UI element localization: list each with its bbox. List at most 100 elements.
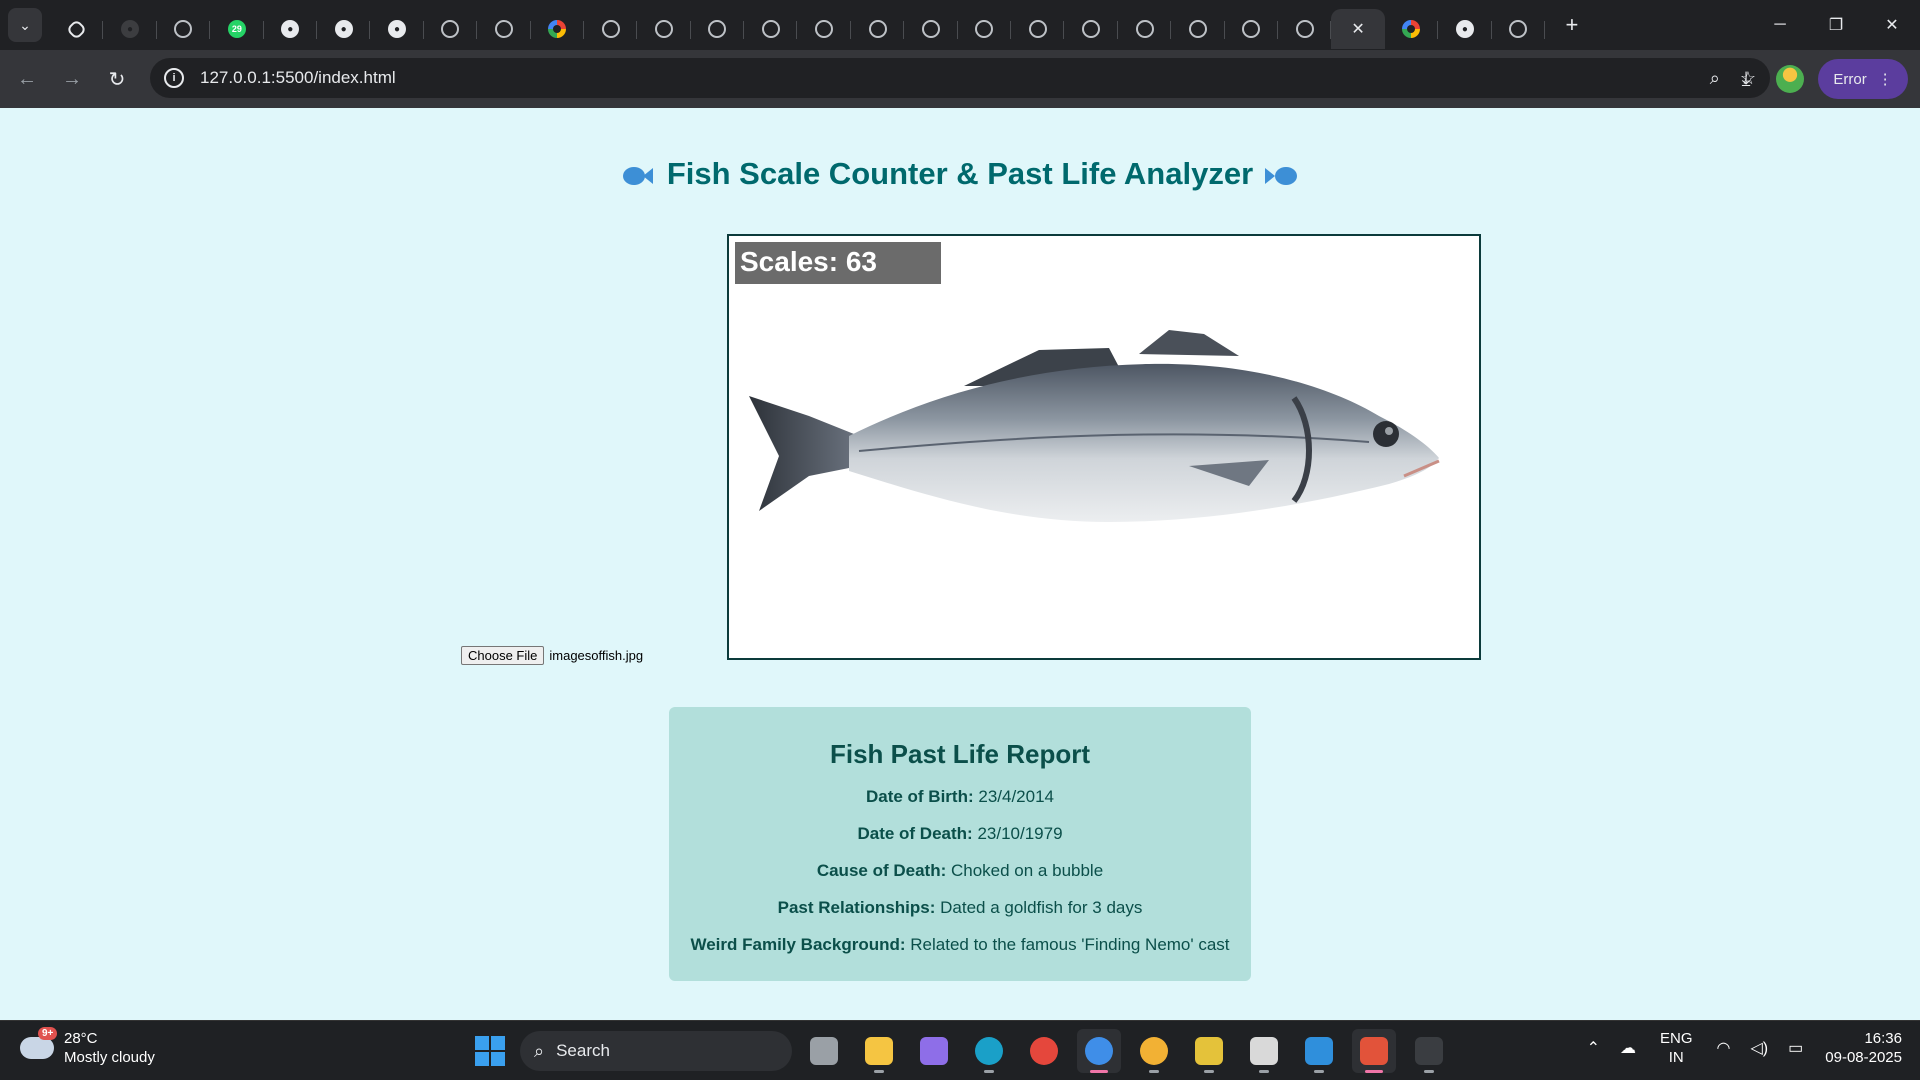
browser-tab[interactable] bbox=[1011, 9, 1065, 49]
browser-tab[interactable] bbox=[1492, 9, 1546, 49]
close-icon[interactable]: ✕ bbox=[1351, 19, 1364, 39]
browser-tab-strip: ⌄ ● 29 ● ● ● ✕ ● + ─ ❐ ✕ bbox=[0, 0, 1920, 50]
browser-tab[interactable] bbox=[531, 9, 585, 49]
browser-tab[interactable] bbox=[744, 9, 798, 49]
file-explorer-taskbar-button[interactable] bbox=[857, 1029, 901, 1073]
choose-file-button[interactable]: Choose File bbox=[461, 646, 545, 665]
globe-icon bbox=[654, 20, 673, 38]
browser-tab[interactable]: ● bbox=[370, 9, 425, 49]
edge-icon bbox=[975, 1037, 1003, 1065]
download-icon[interactable]: ⤓ bbox=[1730, 68, 1762, 91]
vscode-taskbar-button[interactable] bbox=[1297, 1029, 1341, 1073]
url-text[interactable]: 127.0.0.1:5500/index.html bbox=[200, 68, 396, 88]
tab-list: ● 29 ● ● ● ✕ ● bbox=[50, 0, 1546, 50]
browser-tab[interactable] bbox=[691, 9, 745, 49]
browser-tab[interactable] bbox=[904, 9, 959, 49]
window-controls: ─ ❐ ✕ bbox=[1752, 0, 1920, 50]
language-indicator[interactable]: ENG IN bbox=[1660, 1029, 1693, 1067]
terminal-icon bbox=[1415, 1037, 1443, 1065]
chrome-dev-taskbar-button[interactable] bbox=[1077, 1029, 1121, 1073]
forward-button[interactable]: → bbox=[54, 61, 90, 97]
wifi-icon[interactable]: ◠ bbox=[1717, 1038, 1731, 1058]
globe-icon bbox=[441, 20, 460, 38]
browser-tab[interactable]: ✕ bbox=[1331, 9, 1385, 49]
report-value: Choked on a bubble bbox=[950, 861, 1104, 880]
task-view-taskbar-button[interactable] bbox=[802, 1029, 846, 1073]
zoom-icon[interactable]: ⌕ bbox=[1710, 68, 1720, 89]
profile-error-button[interactable]: Error ⋮ bbox=[1818, 59, 1908, 99]
git-icon bbox=[1195, 1037, 1223, 1065]
profile-error-label: Error bbox=[1833, 70, 1867, 88]
volume-icon[interactable]: ◁) bbox=[1751, 1038, 1769, 1058]
address-bar[interactable]: i 127.0.0.1:5500/index.html ⌕ ☆ bbox=[150, 58, 1770, 98]
file-explorer-icon bbox=[865, 1037, 893, 1065]
report-heading: Fish Past Life Report bbox=[829, 739, 1091, 769]
browser-tab[interactable] bbox=[1064, 9, 1119, 49]
browser-tab[interactable] bbox=[958, 9, 1012, 49]
chrome-icon bbox=[1030, 1037, 1058, 1065]
report-line: Weird Family Background: Related to the … bbox=[669, 935, 1251, 955]
browser-tab[interactable] bbox=[1278, 9, 1332, 49]
edge-taskbar-button[interactable] bbox=[967, 1029, 1011, 1073]
google-icon bbox=[548, 20, 567, 38]
profile-avatar[interactable] bbox=[1776, 65, 1804, 93]
git-taskbar-button[interactable] bbox=[1187, 1029, 1231, 1073]
lang-region: IN bbox=[1668, 1049, 1684, 1066]
tab-search-button[interactable]: ⌄ bbox=[8, 8, 42, 42]
globe-icon bbox=[174, 20, 193, 38]
browser-tab[interactable] bbox=[50, 9, 104, 49]
browser-tab[interactable]: ● bbox=[103, 9, 158, 49]
report-line: Date of Birth: 23/4/2014 bbox=[669, 787, 1251, 807]
browser-tab[interactable] bbox=[584, 9, 638, 49]
globe-icon bbox=[1242, 20, 1261, 38]
browser-tab[interactable] bbox=[157, 9, 211, 49]
weather-widget[interactable]: 9+ 28°C Mostly cloudy bbox=[20, 1027, 155, 1067]
browser-tab[interactable]: ● bbox=[317, 9, 371, 49]
chrome-taskbar-button[interactable] bbox=[1022, 1029, 1066, 1073]
browser-tab[interactable] bbox=[424, 9, 478, 49]
browser-tab[interactable]: 29 bbox=[210, 9, 264, 49]
globe-icon bbox=[1028, 20, 1047, 38]
browser-tab[interactable]: ● bbox=[1438, 9, 1492, 49]
globe-icon bbox=[1509, 20, 1528, 38]
taskbar-search[interactable]: ⌕ Search bbox=[520, 1031, 792, 1071]
battery-icon[interactable]: ▭ bbox=[1788, 1038, 1803, 1058]
browser-tab[interactable] bbox=[851, 9, 905, 49]
clock[interactable]: 16:36 09-08-2025 bbox=[1825, 1029, 1902, 1067]
terminal-taskbar-button[interactable] bbox=[1407, 1029, 1451, 1073]
browser-tab[interactable] bbox=[1171, 9, 1225, 49]
chrome-canary-taskbar-button[interactable] bbox=[1132, 1029, 1176, 1073]
browser-tab[interactable] bbox=[637, 9, 692, 49]
reload-button[interactable]: ↻ bbox=[99, 61, 135, 97]
start-button[interactable] bbox=[470, 1031, 510, 1071]
fish-image bbox=[749, 330, 1440, 522]
browser-tab[interactable] bbox=[1118, 9, 1172, 49]
minimize-icon[interactable]: ─ bbox=[1752, 0, 1808, 50]
cloud-icon: 9+ bbox=[20, 1027, 58, 1059]
snipping-tool-taskbar-button[interactable] bbox=[1242, 1029, 1286, 1073]
restore-icon[interactable]: ❐ bbox=[1808, 0, 1864, 50]
chevron-up-icon[interactable]: ⌃ bbox=[1587, 1038, 1600, 1058]
weather-badge: 9+ bbox=[38, 1027, 58, 1040]
browser-tab[interactable] bbox=[477, 9, 531, 49]
back-button[interactable]: ← bbox=[9, 61, 45, 97]
browser-tab[interactable] bbox=[1385, 9, 1439, 49]
close-window-icon[interactable]: ✕ bbox=[1864, 0, 1920, 50]
copilot-taskbar-button[interactable] bbox=[912, 1029, 956, 1073]
chatgpt-icon bbox=[66, 18, 88, 40]
browser-toolbar: ← → ↻ i 127.0.0.1:5500/index.html ⌕ ☆ ⤓ … bbox=[0, 50, 1920, 108]
onedrive-icon[interactable]: ☁ bbox=[1620, 1038, 1636, 1058]
file-upload[interactable]: Choose File imagesoffish.jpg bbox=[461, 646, 643, 665]
globe-icon bbox=[975, 20, 994, 38]
browser-tab[interactable]: ● bbox=[264, 9, 318, 49]
github-icon: ● bbox=[1455, 20, 1474, 38]
browser-tab[interactable] bbox=[1225, 9, 1279, 49]
site-info-icon[interactable]: i bbox=[164, 68, 184, 88]
selected-file-name: imagesoffish.jpg bbox=[549, 648, 644, 663]
globe-icon bbox=[494, 20, 513, 38]
page-title: Fish Scale Counter & Past Life Analyzer bbox=[0, 156, 1920, 192]
xampp-taskbar-button[interactable] bbox=[1352, 1029, 1396, 1073]
browser-tab[interactable] bbox=[797, 9, 852, 49]
report-label: Date of Death: bbox=[857, 824, 973, 843]
new-tab-button[interactable]: + bbox=[1557, 12, 1587, 38]
